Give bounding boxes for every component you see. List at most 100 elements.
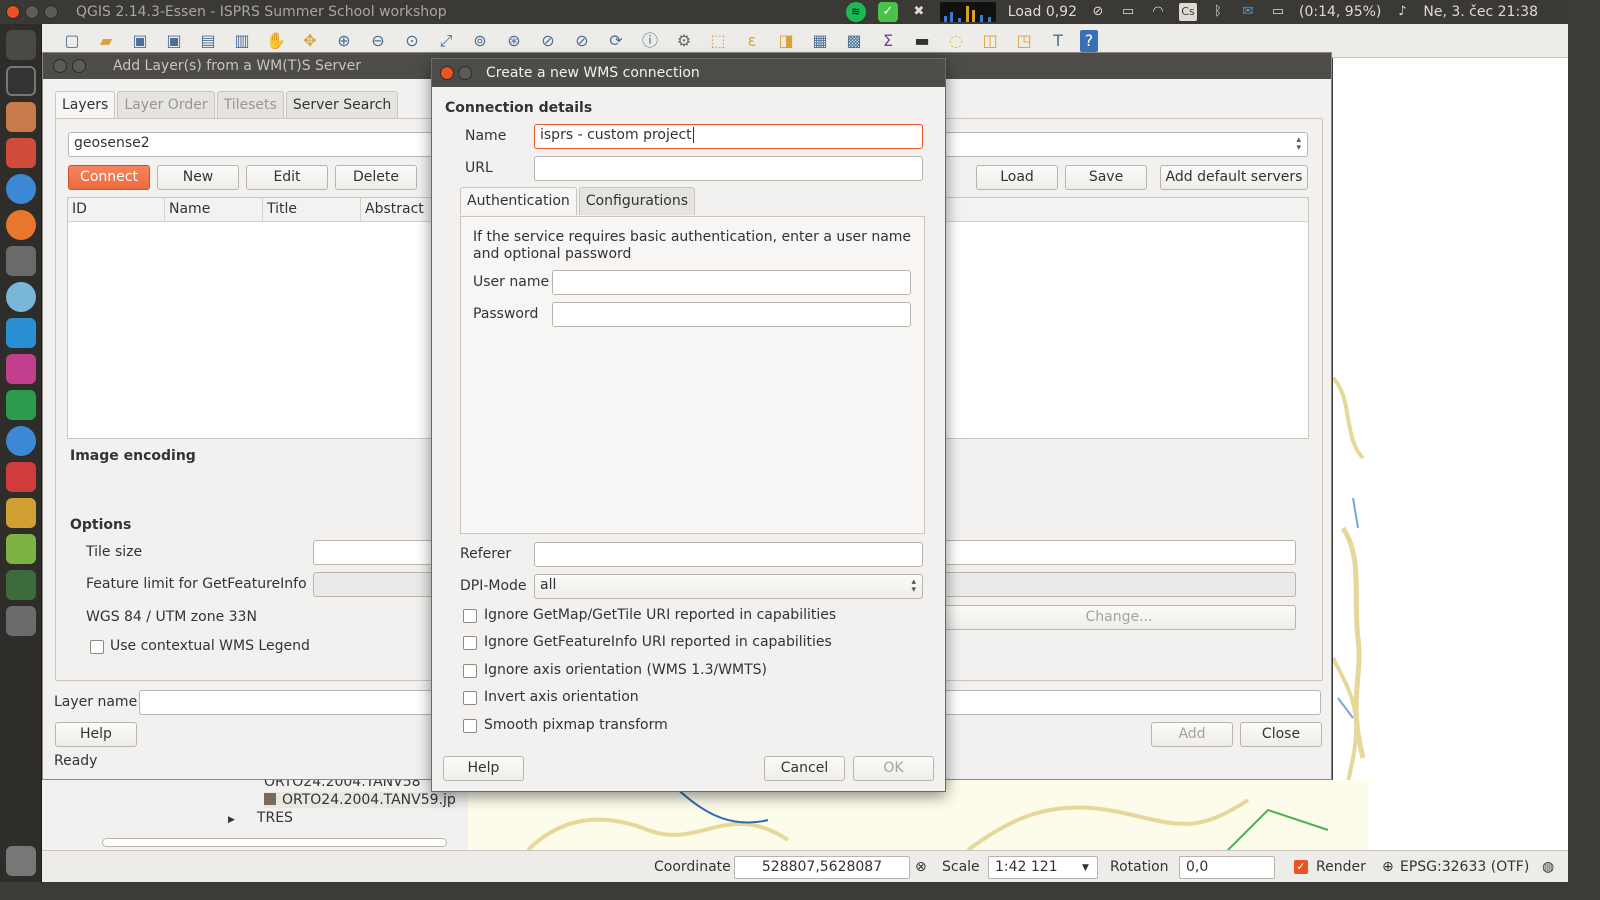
load-indicator[interactable]: Load 0,92 [1008,4,1077,20]
dash-icon[interactable] [6,30,36,60]
settings-icon[interactable] [6,138,36,168]
tab-configurations[interactable]: Configurations [578,187,696,215]
sum-icon[interactable]: Σ [876,30,900,52]
help-icon[interactable]: ? [1080,29,1098,52]
clipboard-icon[interactable]: ▭ [1119,4,1137,20]
contextual-legend-checkbox[interactable] [90,640,104,654]
save-as-icon[interactable]: ▣ [162,30,186,52]
zoom-in-icon[interactable]: ⊕ [332,30,356,52]
column-id[interactable]: ID [68,198,165,221]
name-field[interactable]: isprs - custom project [534,124,923,149]
ignore-axis-checkbox[interactable] [463,664,477,678]
zoom-full-icon[interactable]: ⤢ [434,30,458,52]
horizontal-scrollbar[interactable] [102,838,447,847]
maximize-window-icon[interactable] [44,5,58,19]
add-button[interactable]: Add [1151,722,1233,747]
save-button[interactable]: Save [1065,165,1147,190]
action-icon[interactable]: ⚙ [672,30,696,52]
firefox-icon[interactable] [6,210,36,240]
drive-icon[interactable] [6,606,36,636]
chat-icon[interactable] [6,354,36,384]
select-icon[interactable]: ⬚ [706,30,730,52]
label-icon[interactable]: ◫ [978,30,1002,52]
referer-field[interactable] [534,542,923,567]
crs-icon[interactable]: ⊕ [1382,859,1394,875]
battery-status[interactable]: (0:14, 95%) [1299,4,1381,20]
dpi-mode-select[interactable]: all ▴ ▾ [534,574,923,599]
identify-icon[interactable]: ⓘ [638,30,662,52]
close-window-icon[interactable] [6,5,20,19]
chromium-icon[interactable] [6,174,36,204]
tab-authentication[interactable]: Authentication [460,187,577,215]
text-icon[interactable]: T [1046,30,1070,52]
ignore-getmap-checkbox[interactable] [463,609,477,623]
new-print-composer-icon[interactable]: ▤ [196,30,220,52]
tab-layer-order[interactable]: Layer Order [117,91,215,119]
mail-icon[interactable]: ✉ [1239,4,1257,20]
zoom-next-icon[interactable]: ⊘ [570,30,594,52]
close-button[interactable]: Close [1240,722,1322,747]
sync-ok-icon[interactable]: ✓ [877,2,898,22]
camera-icon[interactable] [6,246,36,276]
crs-status[interactable]: EPSG:32633 (OTF) [1400,859,1529,875]
battery-icon[interactable]: ▭ [1269,4,1287,20]
zoom-to-layer-icon[interactable]: ⊛ [502,30,526,52]
invert-axis-checkbox[interactable] [463,691,477,705]
attribute-table-icon[interactable]: ▦ [808,30,832,52]
close-icon[interactable] [440,66,454,80]
toggle-extents-icon[interactable]: ⊗ [915,859,927,875]
qgis-icon[interactable] [6,534,36,564]
close-icon[interactable] [53,59,67,73]
smooth-pixmap-checkbox[interactable] [463,719,477,733]
network-icon[interactable] [6,282,36,312]
map-canvas[interactable] [1333,58,1568,850]
tab-tilesets[interactable]: Tilesets [216,91,284,119]
zoom-to-selection-icon[interactable]: ⊚ [468,30,492,52]
coordinate-field[interactable]: 528807,5628087 [734,856,910,879]
minimize-window-icon[interactable] [25,5,39,19]
keyboard-layout-icon[interactable]: Cs [1179,3,1197,21]
refresh-icon[interactable]: ⟳ [604,30,628,52]
delete-button[interactable]: Delete [335,165,417,190]
new-button[interactable]: New [157,165,239,190]
terminal-icon[interactable] [6,66,36,96]
zoom-native-icon[interactable]: ⊙ [400,30,424,52]
update-icon[interactable]: ⊘ [1089,4,1107,20]
wifi-icon[interactable]: ◠ [1149,4,1167,20]
bluetooth-icon[interactable]: ᛒ [1209,4,1227,20]
chevron-down-icon[interactable]: ▼ [1082,863,1089,873]
ok-button[interactable]: OK [853,756,934,781]
username-field[interactable] [552,270,911,295]
render-checkbox[interactable]: ✓ [1294,860,1308,874]
pdf-icon[interactable] [6,462,36,492]
dropbox-icon[interactable]: ✖ [910,4,928,20]
software-icon[interactable] [6,570,36,600]
list-item[interactable]: ▶ TRES [228,810,293,826]
connect-button[interactable]: Connect [68,165,150,190]
help-button[interactable]: Help [443,756,524,781]
annotation-icon[interactable]: ◌ [944,30,968,52]
add-default-servers-button[interactable]: Add default servers [1160,165,1308,190]
url-field[interactable] [534,156,923,181]
new-project-icon[interactable]: ▢ [60,30,84,52]
pan-to-selection-icon[interactable]: ✥ [298,30,322,52]
composer-manager-icon[interactable]: ▥ [230,30,254,52]
browser-panel[interactable]: ORTO24.2004.TANV58 ORTO24.2004.TANV59.jp… [42,774,468,850]
edit-button[interactable]: Edit [246,165,328,190]
spotify-icon[interactable]: ≋ [845,2,866,22]
deselect-icon[interactable]: ◨ [774,30,798,52]
rotation-spinbox[interactable]: 0,0 [1179,856,1275,879]
gpx-icon[interactable] [6,498,36,528]
ruler-icon[interactable]: ▬ [910,30,934,52]
password-field[interactable] [552,302,911,327]
browser-icon[interactable] [6,426,36,456]
zoom-out-icon[interactable]: ⊖ [366,30,390,52]
field-calculator-icon[interactable]: ▩ [842,30,866,52]
vim-icon[interactable] [6,390,36,420]
volume-icon[interactable]: ♪ [1393,4,1411,20]
tab-server-search[interactable]: Server Search [285,91,399,119]
expression-select-icon[interactable]: ε [740,30,764,52]
zoom-last-icon[interactable]: ⊘ [536,30,560,52]
list-item[interactable]: ORTO24.2004.TANV59.jp [264,792,456,808]
messages-icon[interactable]: ◍ [1542,859,1554,875]
